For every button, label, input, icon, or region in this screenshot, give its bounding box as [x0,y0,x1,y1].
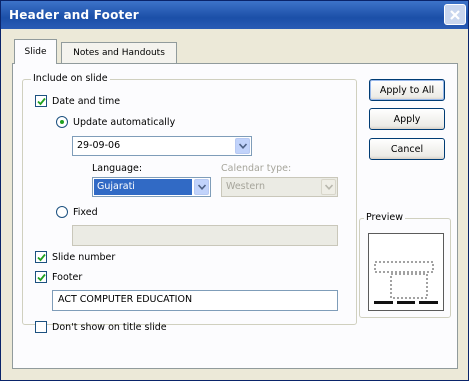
check-icon [36,273,46,281]
dont-show-title-checkbox[interactable] [35,321,47,333]
footer-text-field[interactable]: ACT COMPUTER EDUCATION [52,290,338,311]
language-label: Language: [92,163,143,174]
fixed-label: Fixed [73,207,98,218]
cancel-label: Cancel [390,143,424,155]
fixed-text-field [72,225,338,246]
chevron-down-icon [197,184,206,190]
tab-slide[interactable]: Slide [14,39,57,64]
dont-show-title-label: Don't show on title slide [52,322,167,333]
update-automatically-label: Update automatically [73,117,176,128]
dialog-title: Header and Footer [9,8,139,22]
footer-checkbox[interactable] [35,271,47,283]
preview-legend: Preview [364,212,405,223]
calendar-type-value: Western [226,181,265,192]
close-icon [450,9,460,20]
tab-notes-handouts-label: Notes and Handouts [73,48,165,58]
language-dropdown-arrow[interactable] [194,179,209,195]
slide-tab-panel: Include on slide Date and time Update au… [12,63,458,369]
close-button[interactable] [444,4,466,25]
chevron-down-icon [238,143,247,149]
chevron-down-icon [324,184,333,190]
language-value: Gujarati [97,181,135,192]
fixed-radio[interactable] [56,206,68,218]
tab-slide-label: Slide [24,47,47,57]
footer-label: Footer [52,272,83,283]
date-format-value: 29-09-06 [77,140,121,151]
update-automatically-radio[interactable] [56,116,68,128]
cancel-button[interactable]: Cancel [369,138,445,160]
slide-number-checkbox[interactable] [35,251,47,263]
title-bar[interactable]: Header and Footer [1,1,468,29]
include-on-slide-legend: Include on slide [31,73,110,84]
header-footer-dialog: Header and Footer Slide Notes and Handou… [0,0,469,381]
language-selection-highlight: Gujarati [94,179,192,195]
apply-button[interactable]: Apply [369,108,445,130]
check-icon [36,97,46,105]
date-time-label: Date and time [52,96,121,107]
calendar-type-select: Western [221,177,338,197]
check-icon [36,253,46,261]
radio-dot-icon [60,120,64,124]
date-format-select[interactable]: 29-09-06 [72,136,252,156]
slide-preview-drawing [374,261,438,304]
language-select[interactable]: Gujarati [92,177,211,197]
date-format-dropdown-arrow[interactable] [235,138,250,154]
include-on-slide-group: Include on slide [22,73,357,325]
date-time-checkbox[interactable] [35,95,47,107]
slide-number-label: Slide number [52,252,116,263]
footer-text-value: ACT COMPUTER EDUCATION [58,294,193,305]
apply-label: Apply [393,113,421,125]
tab-notes-handouts[interactable]: Notes and Handouts [61,42,177,63]
apply-to-all-button[interactable]: Apply to All [369,79,445,101]
calendar-type-dropdown-arrow [321,179,336,195]
slide-preview-thumbnail [368,233,444,311]
apply-to-all-label: Apply to All [379,84,435,96]
calendar-type-label: Calendar type: [221,163,292,174]
